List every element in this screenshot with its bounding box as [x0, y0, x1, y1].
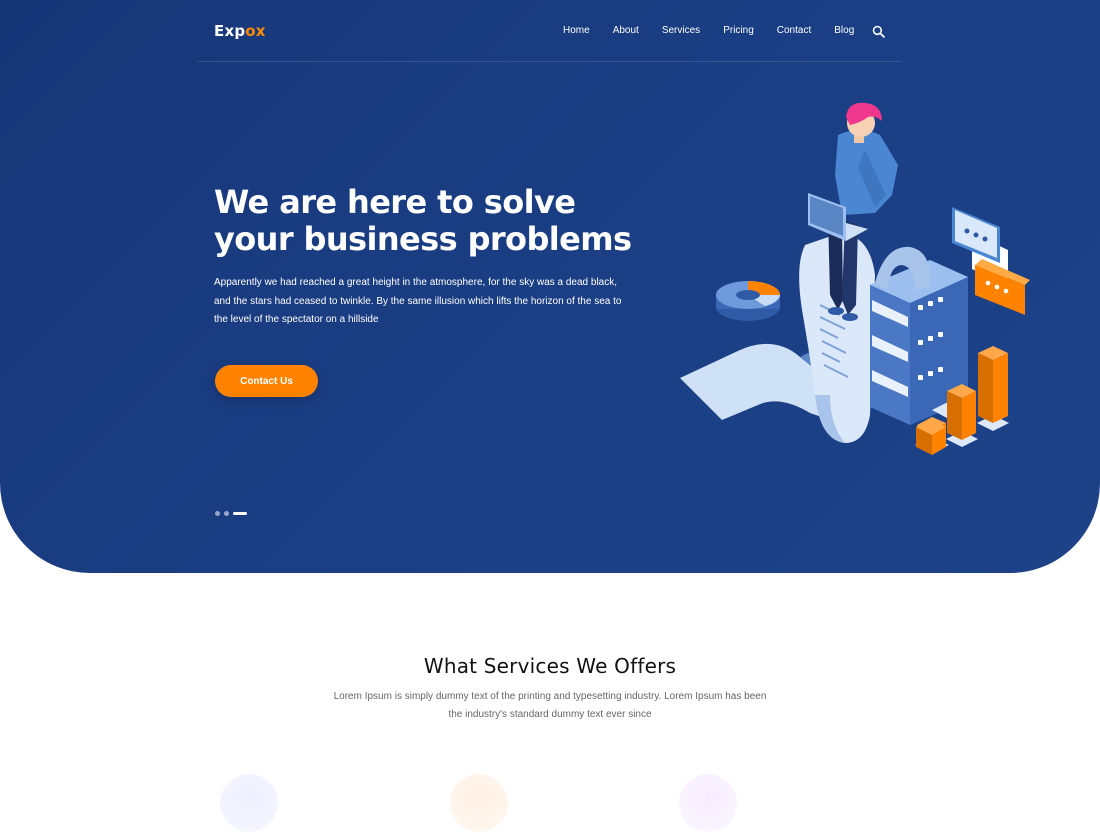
logo-text: Exp [214, 22, 246, 40]
service-icon-circle [679, 774, 737, 832]
hero-title: We are here to solve your business proble… [214, 184, 674, 258]
services-title: What Services We Offers [423, 654, 677, 678]
nav-pricing[interactable]: Pricing [723, 25, 754, 37]
nav-menu: Home About Services Pricing Contact Blog [563, 25, 877, 37]
service-icon-circle [220, 774, 278, 832]
services-section: What Services We Offers Lorem Ipsum is s… [0, 573, 1100, 832]
logo-accent-text: ox [245, 22, 266, 40]
hero-description: Apparently we had reached a great height… [214, 277, 622, 325]
nav-home[interactable]: Home [563, 25, 590, 37]
hero-illustration [680, 102, 1030, 455]
pie-chart-icon [716, 281, 780, 321]
slider-pagination [215, 511, 247, 516]
nav-services[interactable]: Services [662, 25, 700, 37]
nav-about[interactable]: About [613, 25, 639, 37]
hero-section: Expox Home About Services Pricing Contac… [0, 0, 1100, 573]
contact-us-button[interactable]: Contact Us [215, 365, 318, 397]
nav-blog[interactable]: Blog [834, 25, 854, 37]
hero-title-line-2: your business problems [214, 220, 632, 258]
navbar: Expox Home About Services Pricing Contac… [197, 0, 902, 62]
service-icon-circle [450, 774, 508, 832]
hero-title-line-1: We are here to solve [214, 183, 576, 221]
nav-contact[interactable]: Contact [777, 25, 811, 37]
search-icon[interactable] [872, 25, 885, 38]
services-description: Lorem Ipsum is simply dummy text of the … [333, 691, 767, 720]
brand-logo[interactable]: Expox [214, 22, 266, 40]
slider-dot[interactable] [224, 511, 229, 516]
slider-dot-active[interactable] [233, 512, 247, 515]
slider-dot[interactable] [215, 511, 220, 516]
